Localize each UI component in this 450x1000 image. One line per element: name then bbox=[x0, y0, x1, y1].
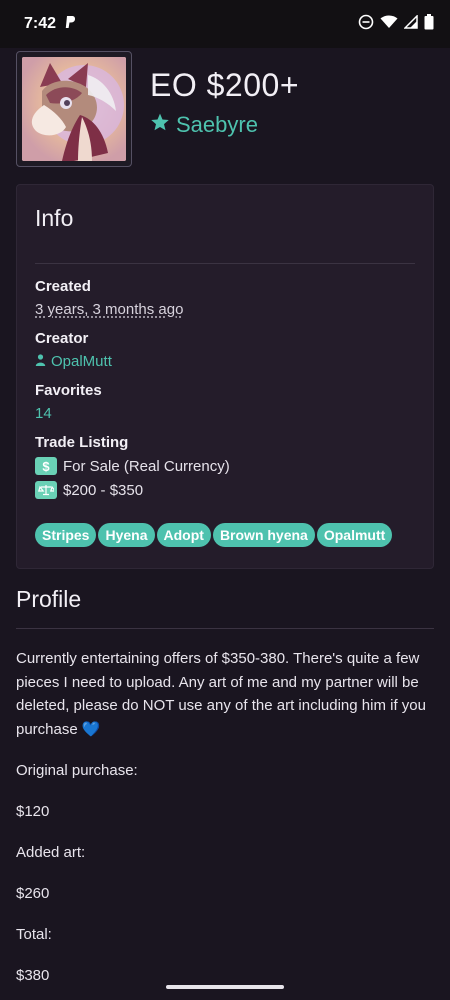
info-divider bbox=[35, 263, 415, 264]
favorites-count[interactable]: 14 bbox=[35, 405, 415, 422]
created-value[interactable]: 3 years, 3 months ago bbox=[35, 301, 415, 318]
tag-list: Stripes Hyena Adopt Brown hyena Opalmutt bbox=[35, 523, 415, 547]
home-indicator[interactable] bbox=[166, 985, 284, 989]
status-right bbox=[358, 13, 434, 35]
tag-chip[interactable]: Brown hyena bbox=[212, 523, 315, 547]
favorites-label: Favorites bbox=[35, 382, 102, 399]
do-not-disturb-icon bbox=[358, 14, 374, 35]
battery-icon bbox=[424, 13, 434, 35]
profile-line: Original purchase: bbox=[16, 762, 138, 779]
profile-line: Total: bbox=[16, 926, 52, 943]
dollar-icon: $ bbox=[35, 457, 57, 475]
creator-name: OpalMutt bbox=[51, 353, 112, 370]
creator-link[interactable]: OpalMutt bbox=[35, 353, 415, 370]
created-label: Created bbox=[35, 278, 91, 295]
tag-chip[interactable]: Hyena bbox=[98, 523, 155, 547]
status-time: 7:42 bbox=[24, 15, 57, 32]
profile-line: $120 bbox=[16, 803, 50, 820]
info-card: Info Created 3 years, 3 months ago Creat… bbox=[16, 184, 434, 569]
wifi-icon bbox=[380, 15, 398, 34]
profile-line: $260 bbox=[16, 885, 50, 902]
profile-section: Profile Currently entertaining offers of… bbox=[16, 584, 434, 987]
character-header: EO $200+ Saebyre bbox=[16, 51, 434, 167]
tag-chip[interactable]: Opalmutt bbox=[316, 523, 393, 547]
header-text: EO $200+ Saebyre bbox=[150, 51, 299, 138]
tag-chip[interactable]: Adopt bbox=[156, 523, 211, 547]
profile-line: Added art: bbox=[16, 844, 86, 861]
user-icon bbox=[35, 353, 46, 370]
owner-link[interactable]: Saebyre bbox=[150, 112, 299, 138]
avatar-image bbox=[22, 57, 126, 161]
character-title: EO $200+ bbox=[150, 67, 299, 103]
trade-type-row: $ For Sale (Real Currency) bbox=[35, 457, 415, 475]
scale-icon bbox=[35, 481, 57, 499]
trade-type: For Sale (Real Currency) bbox=[63, 457, 230, 475]
status-left: 7:42 bbox=[24, 15, 76, 34]
creator-label: Creator bbox=[35, 330, 89, 347]
trade-label: Trade Listing bbox=[35, 434, 129, 451]
signal-icon bbox=[403, 13, 418, 34]
profile-line: $380 bbox=[16, 967, 50, 984]
trade-range: $200 - $350 bbox=[63, 481, 144, 499]
info-title: Info bbox=[35, 205, 74, 231]
paypal-icon bbox=[64, 15, 76, 34]
tag-chip[interactable]: Stripes bbox=[35, 523, 97, 547]
character-avatar[interactable] bbox=[16, 51, 132, 167]
trade-range-row: $200 - $350 bbox=[35, 481, 415, 499]
star-icon bbox=[150, 112, 170, 138]
profile-divider bbox=[16, 628, 434, 629]
profile-title: Profile bbox=[16, 586, 82, 612]
profile-paragraph: Currently entertaining offers of $350-38… bbox=[16, 650, 426, 738]
status-bar: 7:42 bbox=[0, 0, 450, 48]
owner-name: Saebyre bbox=[176, 112, 258, 137]
